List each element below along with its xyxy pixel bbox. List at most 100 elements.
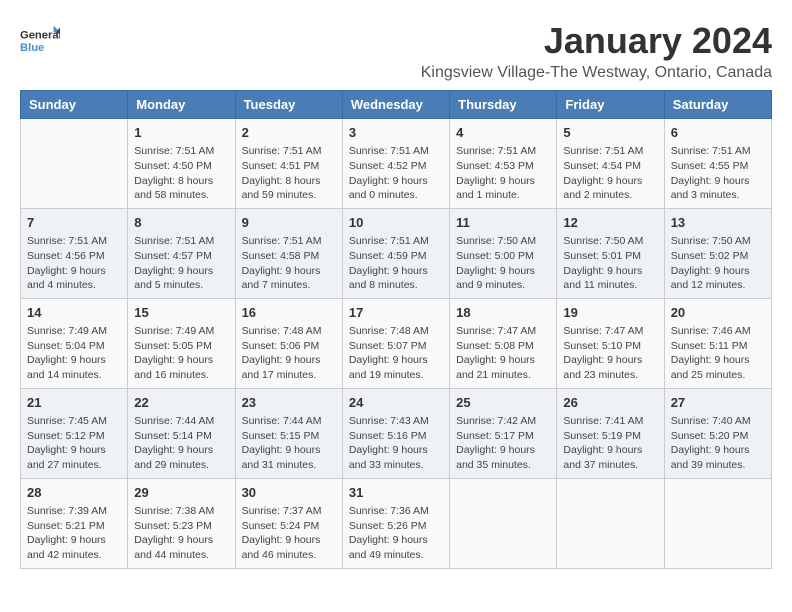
cell-content: and 46 minutes.: [242, 548, 336, 563]
calendar-cell: 19Sunrise: 7:47 AMSunset: 5:10 PMDayligh…: [557, 298, 664, 388]
cell-content: Daylight: 9 hours: [671, 443, 765, 458]
cell-content: Sunset: 5:02 PM: [671, 249, 765, 264]
cell-content: Sunset: 4:52 PM: [349, 159, 443, 174]
cell-content: Sunset: 5:10 PM: [563, 339, 657, 354]
cell-content: and 35 minutes.: [456, 458, 550, 473]
calendar-cell: 10Sunrise: 7:51 AMSunset: 4:59 PMDayligh…: [342, 208, 449, 298]
cell-content: Sunrise: 7:36 AM: [349, 504, 443, 519]
cell-content: Sunrise: 7:47 AM: [563, 324, 657, 339]
calendar-cell: 3Sunrise: 7:51 AMSunset: 4:52 PMDaylight…: [342, 119, 449, 209]
cell-content: Sunrise: 7:40 AM: [671, 414, 765, 429]
cell-content: Daylight: 9 hours: [134, 353, 228, 368]
calendar-cell: 31Sunrise: 7:36 AMSunset: 5:26 PMDayligh…: [342, 478, 449, 568]
day-number: 10: [349, 214, 443, 232]
cell-content: Daylight: 9 hours: [242, 533, 336, 548]
cell-content: Sunset: 5:26 PM: [349, 519, 443, 534]
calendar-cell: 12Sunrise: 7:50 AMSunset: 5:01 PMDayligh…: [557, 208, 664, 298]
calendar-cell: 23Sunrise: 7:44 AMSunset: 5:15 PMDayligh…: [235, 388, 342, 478]
cell-content: Sunset: 4:58 PM: [242, 249, 336, 264]
day-number: 19: [563, 304, 657, 322]
cell-content: Daylight: 9 hours: [349, 533, 443, 548]
day-number: 6: [671, 124, 765, 142]
cell-content: Daylight: 9 hours: [242, 353, 336, 368]
cell-content: Daylight: 9 hours: [134, 264, 228, 279]
cell-content: and 2 minutes.: [563, 188, 657, 203]
cell-content: Sunset: 4:59 PM: [349, 249, 443, 264]
day-header-thursday: Thursday: [450, 91, 557, 119]
calendar-cell: 22Sunrise: 7:44 AMSunset: 5:14 PMDayligh…: [128, 388, 235, 478]
cell-content: Sunrise: 7:51 AM: [456, 144, 550, 159]
calendar-table: SundayMondayTuesdayWednesdayThursdayFrid…: [20, 90, 772, 569]
cell-content: Sunrise: 7:42 AM: [456, 414, 550, 429]
day-number: 4: [456, 124, 550, 142]
day-number: 17: [349, 304, 443, 322]
cell-content: and 33 minutes.: [349, 458, 443, 473]
cell-content: Sunset: 4:51 PM: [242, 159, 336, 174]
cell-content: Daylight: 9 hours: [349, 443, 443, 458]
calendar-cell: 17Sunrise: 7:48 AMSunset: 5:07 PMDayligh…: [342, 298, 449, 388]
calendar-cell: 27Sunrise: 7:40 AMSunset: 5:20 PMDayligh…: [664, 388, 771, 478]
cell-content: Sunset: 5:17 PM: [456, 429, 550, 444]
cell-content: Sunrise: 7:38 AM: [134, 504, 228, 519]
calendar-cell: 24Sunrise: 7:43 AMSunset: 5:16 PMDayligh…: [342, 388, 449, 478]
cell-content: Daylight: 9 hours: [27, 264, 121, 279]
cell-content: Sunset: 5:23 PM: [134, 519, 228, 534]
calendar-cell: 2Sunrise: 7:51 AMSunset: 4:51 PMDaylight…: [235, 119, 342, 209]
cell-content: Sunrise: 7:51 AM: [349, 234, 443, 249]
calendar-cell: 9Sunrise: 7:51 AMSunset: 4:58 PMDaylight…: [235, 208, 342, 298]
logo-icon: General Blue: [20, 20, 60, 60]
cell-content: Sunset: 5:08 PM: [456, 339, 550, 354]
day-number: 24: [349, 394, 443, 412]
title-area: January 2024 Kingsview Village-The Westw…: [421, 20, 772, 82]
day-number: 26: [563, 394, 657, 412]
calendar-cell: [557, 478, 664, 568]
cell-content: Sunrise: 7:43 AM: [349, 414, 443, 429]
cell-content: Daylight: 9 hours: [27, 533, 121, 548]
cell-content: Sunset: 5:06 PM: [242, 339, 336, 354]
cell-content: Sunrise: 7:39 AM: [27, 504, 121, 519]
day-header-friday: Friday: [557, 91, 664, 119]
cell-content: Sunrise: 7:50 AM: [563, 234, 657, 249]
cell-content: and 0 minutes.: [349, 188, 443, 203]
calendar-cell: 20Sunrise: 7:46 AMSunset: 5:11 PMDayligh…: [664, 298, 771, 388]
cell-content: Daylight: 9 hours: [242, 264, 336, 279]
week-row-1: 1Sunrise: 7:51 AMSunset: 4:50 PMDaylight…: [21, 119, 772, 209]
calendar-cell: 30Sunrise: 7:37 AMSunset: 5:24 PMDayligh…: [235, 478, 342, 568]
day-number: 28: [27, 484, 121, 502]
day-number: 7: [27, 214, 121, 232]
calendar-cell: [450, 478, 557, 568]
cell-content: and 39 minutes.: [671, 458, 765, 473]
day-number: 1: [134, 124, 228, 142]
cell-content: Sunrise: 7:51 AM: [27, 234, 121, 249]
cell-content: Daylight: 9 hours: [134, 533, 228, 548]
cell-content: Sunrise: 7:51 AM: [242, 234, 336, 249]
cell-content: Daylight: 8 hours: [134, 174, 228, 189]
cell-content: Sunset: 4:56 PM: [27, 249, 121, 264]
cell-content: Sunset: 4:54 PM: [563, 159, 657, 174]
cell-content: and 3 minutes.: [671, 188, 765, 203]
calendar-cell: [664, 478, 771, 568]
cell-content: Daylight: 9 hours: [671, 174, 765, 189]
cell-content: and 42 minutes.: [27, 548, 121, 563]
cell-content: Sunset: 5:05 PM: [134, 339, 228, 354]
cell-content: Sunset: 5:04 PM: [27, 339, 121, 354]
week-row-5: 28Sunrise: 7:39 AMSunset: 5:21 PMDayligh…: [21, 478, 772, 568]
cell-content: Sunset: 5:00 PM: [456, 249, 550, 264]
day-header-row: SundayMondayTuesdayWednesdayThursdayFrid…: [21, 91, 772, 119]
cell-content: and 4 minutes.: [27, 278, 121, 293]
calendar-cell: 29 Sunrise: 7:38 AMSunset: 5:23 PMDayligh…: [128, 478, 235, 568]
cell-content: and 1 minute.: [456, 188, 550, 203]
cell-content: and 21 minutes.: [456, 368, 550, 383]
calendar-cell: 15Sunrise: 7:49 AMSunset: 5:05 PMDayligh…: [128, 298, 235, 388]
cell-content: and 17 minutes.: [242, 368, 336, 383]
cell-content: Sunset: 5:21 PM: [27, 519, 121, 534]
day-number: 29: [134, 484, 228, 502]
cell-content: Sunrise: 7:49 AM: [134, 324, 228, 339]
cell-content: Sunset: 4:53 PM: [456, 159, 550, 174]
cell-content: Sunset: 5:14 PM: [134, 429, 228, 444]
day-number: 27: [671, 394, 765, 412]
calendar-cell: 8Sunrise: 7:51 AMSunset: 4:57 PMDaylight…: [128, 208, 235, 298]
cell-content: Sunrise: 7:48 AM: [349, 324, 443, 339]
day-header-saturday: Saturday: [664, 91, 771, 119]
cell-content: Daylight: 9 hours: [349, 353, 443, 368]
